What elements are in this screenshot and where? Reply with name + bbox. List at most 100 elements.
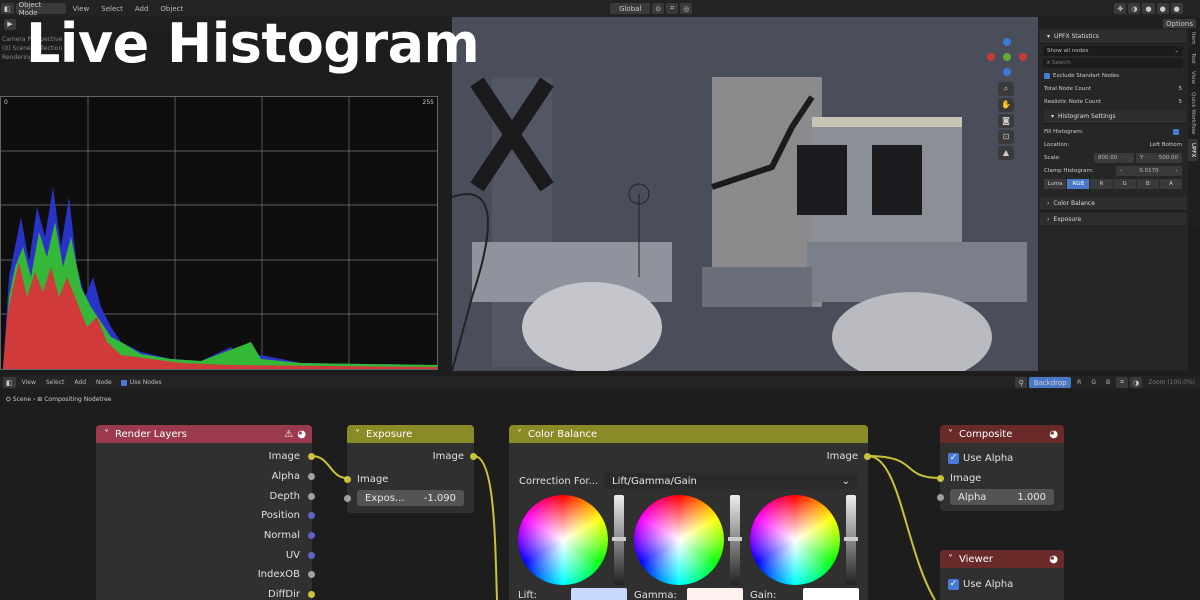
lift-label: Lift: — [518, 589, 537, 600]
use-nodes-checkbox[interactable] — [120, 379, 127, 386]
lift-color-swatch[interactable] — [571, 588, 627, 600]
node-menu-select[interactable]: Select — [41, 379, 70, 386]
gamma-color-swatch[interactable] — [687, 588, 743, 600]
gamma-value-slider[interactable] — [728, 495, 742, 585]
search-input[interactable]: ⌕ Search — [1043, 58, 1183, 68]
socket-depth[interactable] — [308, 493, 315, 500]
exposure-socket-out[interactable] — [470, 453, 477, 460]
viewer-use-alpha[interactable]: ✓ Use Alpha — [948, 576, 1013, 592]
color-balance-socket-out[interactable] — [864, 453, 871, 460]
editor-type-icon[interactable]: ◧ — [1, 3, 14, 14]
node-composite-header[interactable]: ˅ Composite ◕ — [940, 425, 1064, 443]
tab-rgb[interactable]: RGB — [1067, 179, 1090, 189]
node-viewer-header[interactable]: ˅ Viewer ◕ — [940, 550, 1064, 568]
node-menu-add[interactable]: Add — [69, 379, 91, 386]
sphere-icon: ◕ — [1049, 428, 1058, 440]
node-menu-node[interactable]: Node — [91, 379, 117, 386]
socket-indexob[interactable] — [308, 571, 315, 578]
upfx-statistics-header[interactable]: ▾ UPFX Statistics — [1040, 30, 1186, 44]
sidebar-tab-quick-workflow[interactable]: Quick Workflow — [1188, 88, 1198, 139]
gain-color-swatch[interactable] — [803, 588, 859, 600]
arrow-right-icon[interactable]: › — [1176, 168, 1178, 174]
sidebar-tab-view[interactable]: View — [1188, 67, 1198, 88]
rendered-viewport[interactable] — [452, 17, 1038, 371]
navigation-gizmo[interactable] — [985, 38, 1030, 83]
arrow-left-icon[interactable]: ‹ — [1120, 168, 1122, 174]
orientation-select[interactable]: Global — [610, 3, 651, 14]
location-row[interactable]: Location: Left Bottom — [1044, 140, 1182, 150]
shading-material-icon[interactable]: ● — [1156, 3, 1169, 14]
clamp-field[interactable]: ‹ 0.0170 › — [1116, 166, 1182, 176]
exposure-socket-value[interactable] — [344, 495, 351, 502]
lift-color-wheel[interactable] — [518, 495, 608, 585]
tab-g[interactable]: G — [1113, 179, 1136, 189]
node-color-balance-header[interactable]: ˅ Color Balance — [509, 425, 868, 443]
snap-icon[interactable]: ⌗ — [666, 3, 679, 14]
node-composite[interactable]: ˅ Composite ◕ ✓ Use Alpha Image Alpha 1.000 — [937, 425, 1064, 511]
fill-histogram-checkbox[interactable] — [1173, 129, 1179, 135]
tab-b[interactable]: B — [1136, 179, 1159, 189]
zoom-label: Zoom (100.0%) — [1148, 379, 1195, 386]
exposure-socket-in[interactable] — [344, 476, 351, 483]
node-exposure-header[interactable]: ˅ Exposure — [347, 425, 474, 443]
camera-icon[interactable]: ◙ — [998, 114, 1014, 128]
exclude-standard-checkbox[interactable]: Exclude Standart Nodes — [1044, 71, 1182, 81]
sidebar-tab-item[interactable]: Item — [1188, 28, 1198, 49]
tab-r[interactable]: R — [1090, 179, 1113, 189]
overlay-toggle-icon[interactable]: ◑ — [1128, 3, 1141, 14]
sidebar-tab-upfx[interactable]: UPFX — [1188, 138, 1198, 162]
socket-normal[interactable] — [308, 532, 315, 539]
node-render-layers-header[interactable]: ˅ Render Layers ⚠ ◕ — [96, 425, 312, 443]
scale-y-field[interactable]: Y 500.00 — [1136, 153, 1182, 163]
channel-r[interactable]: R — [1072, 379, 1086, 386]
overlay-node-icon[interactable]: ◑ — [1130, 377, 1143, 388]
proportional-icon[interactable]: ◎ — [680, 3, 693, 14]
composite-socket-image[interactable] — [937, 475, 944, 482]
node-exposure[interactable]: ˅ Exposure Image Image Expos... -1.090 — [344, 425, 477, 513]
sidebar-tab-tool[interactable]: Tool — [1188, 49, 1198, 68]
grid-icon[interactable]: ▲ — [998, 146, 1014, 160]
node-render-layers[interactable]: ˅ Render Layers ⚠ ◕ Image Alpha Depth Posi… — [96, 425, 315, 600]
socket-uv[interactable] — [308, 552, 315, 559]
socket-diffdir[interactable] — [308, 591, 315, 598]
color-balance-panel[interactable]: › Color Balance — [1040, 197, 1186, 211]
snap-node-icon[interactable]: ⌗ — [1116, 377, 1129, 388]
backdrop-button[interactable]: Backdrop — [1029, 377, 1072, 388]
correction-select[interactable]: Lift/Gamma/Gain ⌄ — [604, 473, 858, 489]
node-menu-view[interactable]: View — [17, 379, 41, 386]
node-color-balance[interactable]: ˅ Color Balance Image Correction For... … — [509, 425, 871, 600]
tab-luma[interactable]: Luma — [1044, 179, 1067, 189]
node-viewer[interactable]: ˅ Viewer ◕ ✓ Use Alpha — [940, 550, 1064, 600]
shading-render-icon[interactable]: ● — [1170, 3, 1183, 14]
shading-solid-icon[interactable]: ● — [1142, 3, 1155, 14]
scale-x-field[interactable]: 800.00 — [1094, 153, 1134, 163]
node-editor-type-icon[interactable]: ◧ — [3, 377, 16, 388]
gizmo-toggle-icon[interactable]: ✥ — [1114, 3, 1127, 14]
histogram-settings-header[interactable]: ▾ Histogram Settings — [1044, 110, 1186, 124]
play-icon[interactable]: ▶ — [4, 18, 16, 30]
lift-value-slider[interactable] — [612, 495, 626, 585]
socket-position[interactable] — [308, 512, 315, 519]
location-value[interactable]: Left Bottom — [1150, 142, 1182, 148]
composite-alpha-field[interactable]: Alpha 1.000 — [950, 489, 1054, 505]
gain-value-slider[interactable] — [844, 495, 858, 585]
composite-socket-alpha[interactable] — [937, 494, 944, 501]
pivot-icon[interactable]: ⊙ — [652, 3, 665, 14]
exposure-panel[interactable]: › Exposure — [1040, 213, 1186, 227]
composite-use-alpha[interactable]: ✓ Use Alpha — [948, 450, 1013, 466]
channel-b[interactable]: B — [1101, 379, 1115, 386]
socket-alpha[interactable] — [308, 473, 315, 480]
pan-icon[interactable]: ✋ — [998, 98, 1014, 112]
exposure-value-field[interactable]: Expos... -1.090 — [357, 490, 464, 506]
lock-icon[interactable]: ⊡ — [998, 130, 1014, 144]
gain-color-wheel[interactable] — [750, 495, 840, 585]
fill-histogram-row[interactable]: Fill Histogram: — [1044, 127, 1182, 137]
tab-a[interactable]: A — [1159, 179, 1183, 189]
color-balance-panel-title: Color Balance — [1053, 200, 1095, 207]
show-nodes-select[interactable]: Show all nodes ⌄ — [1043, 46, 1183, 56]
gamma-color-wheel[interactable] — [634, 495, 724, 585]
pin-icon[interactable]: ⚲ — [1015, 377, 1028, 388]
zoom-icon[interactable]: ⌕ — [998, 82, 1014, 96]
socket-image[interactable] — [308, 453, 315, 460]
channel-g[interactable]: G — [1086, 379, 1101, 386]
